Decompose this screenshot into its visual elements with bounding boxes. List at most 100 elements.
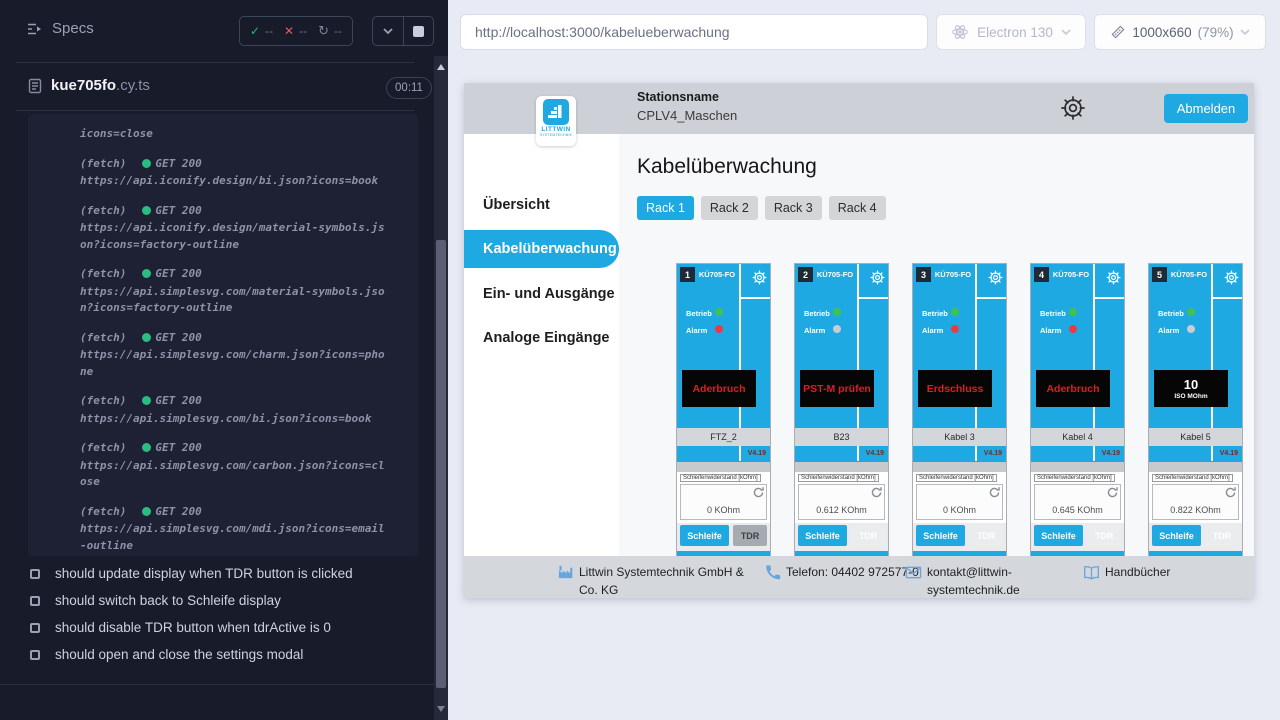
rack-tab[interactable]: Rack 1 (637, 196, 694, 220)
display-text: Aderbruch (1046, 383, 1099, 395)
specs-menu-icon[interactable] (26, 21, 44, 37)
book-icon (1083, 564, 1100, 581)
card-settings-gear-icon[interactable] (988, 270, 1003, 285)
network-log-entry[interactable]: (fetch)GET 200 https://api.iconify.desig… (80, 203, 388, 254)
betrieb-label: Betrieb (1040, 309, 1066, 318)
settings-gear-icon[interactable] (1060, 95, 1086, 121)
manuals-label: Handbücher (1105, 563, 1170, 581)
measurement-panel: Schleifenwiderstand [kOhm] 0 KOhm (677, 472, 770, 523)
manuals-link[interactable]: Handbücher (1083, 563, 1170, 581)
measurement-valuebox: 0 KOhm (916, 484, 1003, 520)
sidebar-item[interactable]: Übersicht (464, 197, 619, 213)
stop-button[interactable] (404, 17, 434, 45)
rack-tab[interactable]: Rack 3 (765, 196, 822, 220)
measurement-label: Schleifenwiderstand [kOhm] (1152, 474, 1233, 482)
fetch-label: (fetch) (80, 204, 126, 217)
schleife-button[interactable]: Schleife (798, 525, 847, 546)
tdr-button[interactable]: TDR (1087, 525, 1121, 546)
display-text: Erdschluss (927, 383, 984, 395)
network-log-entry[interactable]: (fetch)GET 200 https://api.simplesvg.com… (80, 440, 388, 491)
electron-icon (951, 23, 969, 41)
card-buttons: Schleife TDR (798, 525, 885, 546)
company-info: Littwin Systemtechnik GmbH & Co. KG (557, 563, 759, 598)
display-text: Aderbruch (692, 383, 745, 395)
reporter-scrollbar[interactable] (434, 56, 448, 720)
station-info: Stationsname CPLV4_Maschen (637, 90, 737, 123)
spec-file-row[interactable]: kue705fo.cy.ts (51, 77, 150, 94)
scroll-up-icon[interactable] (437, 64, 445, 70)
refresh-icon[interactable] (988, 486, 1001, 499)
station-label: Stationsname (637, 90, 737, 104)
sidebar-item[interactable]: Ein- und Ausgänge (464, 286, 619, 302)
status-code: GET 200 (155, 204, 201, 217)
card-divider-line (1095, 297, 1124, 299)
viewport-size-selector[interactable]: 1000x660 (79%) (1094, 14, 1266, 50)
status-ok-dot (142, 269, 151, 278)
scroll-down-icon[interactable] (437, 706, 445, 712)
refresh-icon[interactable] (870, 486, 883, 499)
schleife-button[interactable]: Schleife (1152, 525, 1201, 546)
schleife-button[interactable]: Schleife (680, 525, 729, 546)
cypress-reporter-panel: Specs ✓-- ✕-- ↻-- kue705fo.cy.ts 00:11 i… (0, 0, 448, 720)
betrieb-led (1069, 308, 1077, 316)
network-log-entry[interactable]: icons=close (80, 126, 388, 143)
test-icon (30, 623, 40, 633)
phone-info[interactable]: Telefon: 04402 972577-0 (764, 563, 919, 581)
network-log-entry[interactable]: (fetch)GET 200 https://api.simplesvg.com… (80, 504, 388, 555)
logout-button[interactable]: Abmelden (1164, 94, 1248, 123)
network-log-entry[interactable]: (fetch)GET 200 https://api.simplesvg.com… (80, 393, 388, 427)
network-log-entry[interactable]: (fetch)GET 200 https://api.simplesvg.com… (80, 330, 388, 381)
logo-text: LITTWIN (536, 126, 576, 133)
email-info[interactable]: kontakt@littwin-systemtechnik.de (905, 563, 1039, 598)
cable-monitor-card: 5 KÜ705-FO Betrieb Alarm 10 ISO MOhm (1148, 263, 1243, 563)
card-settings-gear-icon[interactable] (1106, 270, 1121, 285)
ruler-icon (1110, 24, 1126, 40)
sidebar-item[interactable]: Analoge Eingänge (464, 330, 619, 346)
request-url: https://api.simplesvg.com/material-symbo… (80, 284, 388, 317)
browser-selector[interactable]: Electron 130 (936, 14, 1086, 50)
test-item[interactable]: should update display when TDR button is… (30, 566, 388, 581)
betrieb-led (1187, 308, 1195, 316)
card-separator (677, 462, 770, 472)
scrollbar-thumb[interactable] (436, 240, 446, 688)
network-log-entry[interactable]: (fetch)GET 200 https://api.simplesvg.com… (80, 266, 388, 317)
url-input[interactable] (460, 14, 928, 50)
tdr-button[interactable]: TDR (969, 525, 1003, 546)
refresh-icon[interactable] (1224, 486, 1237, 499)
rack-tab[interactable]: Rack 2 (701, 196, 758, 220)
card-settings-gear-icon[interactable] (752, 270, 767, 285)
test-stats[interactable]: ✓-- ✕-- ↻-- (239, 16, 353, 46)
test-name: should open and close the settings modal (55, 647, 303, 662)
alarm-label: Alarm (686, 326, 707, 335)
test-item[interactable]: should disable TDR button when tdrActive… (30, 620, 388, 635)
schleife-button[interactable]: Schleife (1034, 525, 1083, 546)
sidebar-item[interactable]: Kabelüberwachung (464, 230, 619, 268)
test-item[interactable]: should open and close the settings modal (30, 647, 388, 662)
firmware-version: V4.19 (866, 450, 884, 457)
test-item[interactable]: should switch back to Schleife display (30, 593, 388, 608)
refresh-icon[interactable] (1106, 486, 1119, 499)
device-model: KÜ705-FO (1168, 270, 1210, 279)
test-icon (30, 596, 40, 606)
log-meta: (fetch)GET 200 (80, 156, 388, 173)
card-settings-gear-icon[interactable] (870, 270, 885, 285)
spec-file-ext: .cy.ts (116, 77, 150, 94)
refresh-icon[interactable] (752, 486, 765, 499)
alarm-label: Alarm (922, 326, 943, 335)
failed-count: -- (299, 24, 307, 38)
tdr-button[interactable]: TDR (733, 525, 767, 546)
failed-icon: ✕ (284, 25, 294, 37)
firmware-version: V4.19 (748, 450, 766, 457)
collapse-button[interactable] (373, 17, 404, 45)
rack-tab[interactable]: Rack 4 (829, 196, 886, 220)
spec-file-icon (27, 78, 43, 94)
card-settings-gear-icon[interactable] (1224, 270, 1239, 285)
schleife-button[interactable]: Schleife (916, 525, 965, 546)
tdr-button[interactable]: TDR (851, 525, 885, 546)
status-display: PST-M prüfen (800, 370, 874, 407)
network-log-entry[interactable]: (fetch)GET 200 https://api.iconify.desig… (80, 156, 388, 190)
chevron-down-icon (383, 28, 393, 35)
tdr-button[interactable]: TDR (1205, 525, 1239, 546)
chevron-down-icon (1240, 29, 1250, 36)
pending-count: -- (334, 24, 342, 38)
